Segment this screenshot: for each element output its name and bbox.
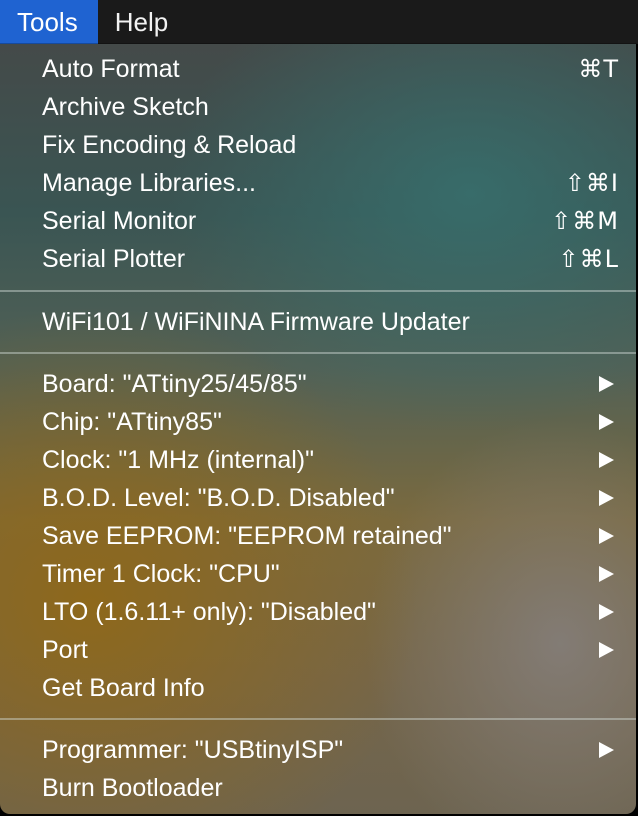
menu-item-timer1-clock[interactable]: Timer 1 Clock: "CPU" [0, 555, 636, 593]
submenu-arrow-icon [599, 742, 614, 758]
menu-separator [0, 352, 636, 354]
menu-item-port[interactable]: Port [0, 631, 636, 669]
menu-bar: Tools Help [0, 0, 638, 44]
menu-item-archive-sketch[interactable]: Archive Sketch [0, 88, 636, 126]
menu-item-label: Manage Libraries... [42, 169, 257, 197]
submenu-arrow-icon [599, 528, 614, 544]
menu-item-board[interactable]: Board: "ATtiny25/45/85" [0, 365, 636, 403]
menu-item-label: Board: "ATtiny25/45/85" [42, 370, 307, 398]
menu-item-label: B.O.D. Level: "B.O.D. Disabled" [42, 484, 395, 512]
submenu-arrow-icon [599, 566, 614, 582]
menu-separator [0, 290, 636, 292]
tools-menu: Auto Format ⌘T Archive Sketch Fix Encodi… [0, 44, 636, 814]
submenu-arrow-icon [599, 452, 614, 468]
menu-item-label: Auto Format [42, 55, 180, 83]
menu-item-label: Chip: "ATtiny85" [42, 408, 222, 436]
shortcut-label: ⇧⌘M [551, 207, 619, 235]
menu-item-burn-bootloader[interactable]: Burn Bootloader [0, 769, 636, 807]
shortcut-label: ⇧⌘I [564, 169, 619, 197]
menu-item-bod-level[interactable]: B.O.D. Level: "B.O.D. Disabled" [0, 479, 636, 517]
menu-item-label: Archive Sketch [42, 93, 209, 121]
submenu-arrow-icon [599, 604, 614, 620]
menu-item-clock[interactable]: Clock: "1 MHz (internal)" [0, 441, 636, 479]
menubar-help[interactable]: Help [98, 0, 188, 44]
menu-item-label: Burn Bootloader [42, 774, 223, 802]
menu-item-save-eeprom[interactable]: Save EEPROM: "EEPROM retained" [0, 517, 636, 555]
menu-item-get-board-info[interactable]: Get Board Info [0, 669, 636, 707]
menu-item-label: Serial Plotter [42, 245, 186, 273]
menu-item-label: LTO (1.6.11+ only): "Disabled" [42, 598, 376, 626]
menu-item-lto[interactable]: LTO (1.6.11+ only): "Disabled" [0, 593, 636, 631]
menu-separator [0, 718, 636, 720]
menu-item-label: Programmer: "USBtinyISP" [42, 736, 344, 764]
menu-item-fix-encoding[interactable]: Fix Encoding & Reload [0, 126, 636, 164]
menu-item-label: Fix Encoding & Reload [42, 131, 297, 159]
menu-item-serial-plotter[interactable]: Serial Plotter ⇧⌘L [0, 240, 636, 278]
submenu-arrow-icon [599, 414, 614, 430]
menu-item-label: Clock: "1 MHz (internal)" [42, 446, 314, 474]
submenu-arrow-icon [599, 376, 614, 392]
menu-item-label: Port [42, 636, 88, 664]
submenu-arrow-icon [599, 490, 614, 506]
menu-item-label: Timer 1 Clock: "CPU" [42, 560, 280, 588]
menu-item-manage-libraries[interactable]: Manage Libraries... ⇧⌘I [0, 164, 636, 202]
shortcut-label: ⌘T [578, 55, 619, 83]
submenu-arrow-icon [599, 642, 614, 658]
menu-item-serial-monitor[interactable]: Serial Monitor ⇧⌘M [0, 202, 636, 240]
menubar-tools[interactable]: Tools [0, 0, 98, 44]
menu-item-label: Save EEPROM: "EEPROM retained" [42, 522, 452, 550]
menu-item-auto-format[interactable]: Auto Format ⌘T [0, 50, 636, 88]
menu-item-chip[interactable]: Chip: "ATtiny85" [0, 403, 636, 441]
menu-item-label: WiFi101 / WiFiNINA Firmware Updater [42, 308, 470, 336]
menu-item-label: Get Board Info [42, 674, 205, 702]
shortcut-label: ⇧⌘L [558, 245, 619, 273]
menu-item-programmer[interactable]: Programmer: "USBtinyISP" [0, 731, 636, 769]
menu-item-firmware-updater[interactable]: WiFi101 / WiFiNINA Firmware Updater [0, 303, 636, 341]
menu-item-label: Serial Monitor [42, 207, 197, 235]
